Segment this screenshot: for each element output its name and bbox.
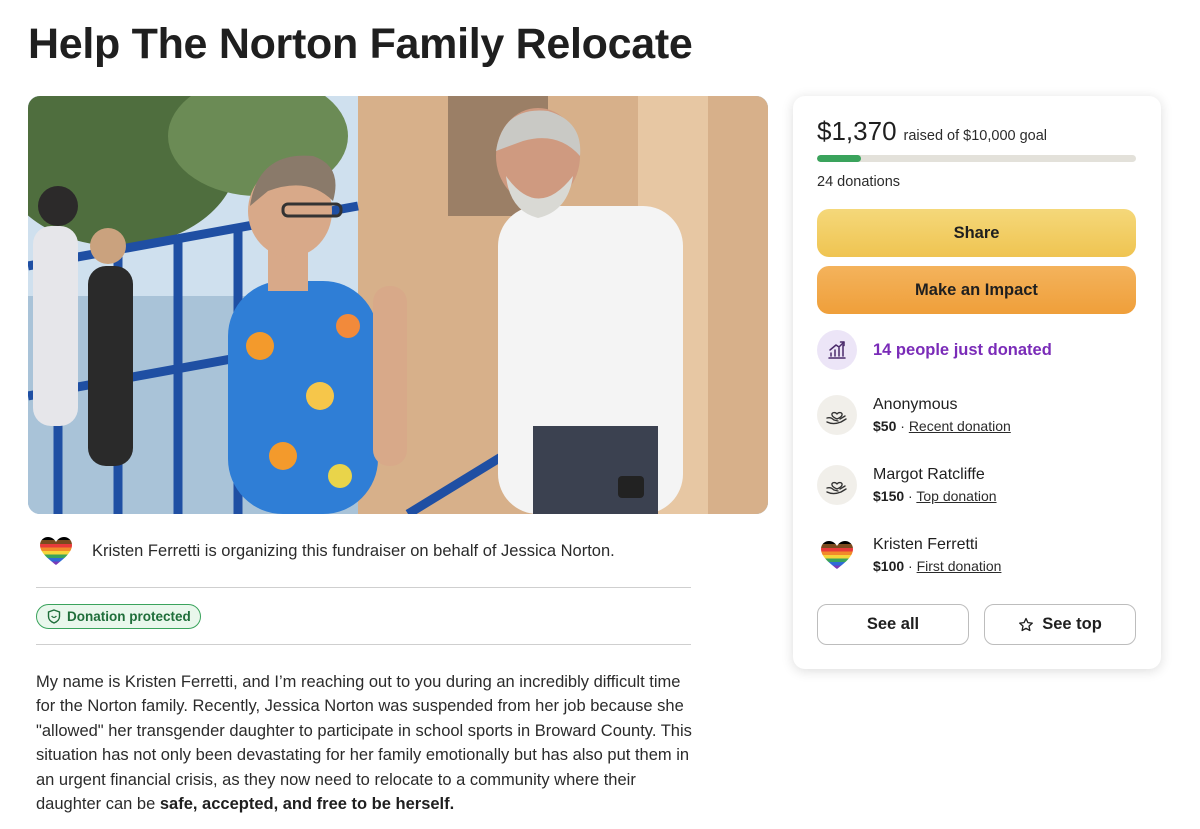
heart-hands-icon [817,465,857,505]
see-all-label: See all [866,615,920,633]
raised-amount: $1,370 [817,116,897,146]
divider [36,644,691,645]
donor-tag-link[interactable]: First donation [917,558,1002,574]
shield-icon [47,609,61,624]
star-icon [1018,617,1034,633]
donor-name: Kristen Ferretti [873,536,978,553]
donor-name: Margot Ratcliffe [873,466,985,483]
progress-bar [817,155,1136,162]
donor-tag-link[interactable]: Top donation [916,488,996,504]
donor-meta: $100 · First donation [873,558,1002,574]
divider [36,587,691,588]
share-button[interactable]: Share [817,209,1136,257]
donor-tag-link[interactable]: Recent donation [909,418,1011,434]
raised-summary: $1,370 raised of $10,000 goal [817,116,1047,147]
heart-hands-icon [817,395,857,435]
see-all-button[interactable]: See all [817,604,969,645]
story-text: My name is Kristen Ferretti, and I’m rea… [36,670,696,816]
trend-label: 14 people just donated [873,340,1052,359]
donor-amount: $150 [873,488,905,504]
donor-amount: $50 [873,418,897,434]
donation-card: $1,370 raised of $10,000 goal 24 donatio… [793,96,1161,669]
progress-fill [817,155,861,162]
story-body: My name is Kristen Ferretti, and I’m rea… [36,673,692,814]
donor-item: Kristen Ferretti $100 · First donation [817,535,1001,575]
organizer-text: Kristen Ferretti is organizing this fund… [92,541,615,560]
hero-photo [28,96,768,514]
donor-meta: $150 · Top donation [873,488,997,504]
goal-text: raised of $10,000 goal [903,128,1048,144]
make-an-impact-button[interactable]: Make an Impact [817,266,1136,314]
page-title: Help The Norton Family Relocate [28,20,693,68]
see-top-button[interactable]: See top [984,604,1136,645]
story-emphasis: safe, accepted, and free to be herself. [159,795,455,814]
donor-amount: $100 [873,558,905,574]
pride-heart-icon [817,535,857,575]
trending-up-icon [817,330,857,370]
donor-name: Anonymous [873,396,958,413]
donor-item: Margot Ratcliffe $150 · Top donation [817,465,997,505]
donor-item: Anonymous $50 · Recent donation [817,395,1011,435]
pride-heart-icon [36,531,76,571]
badge-label: Donation protected [67,609,191,624]
donor-meta: $50 · Recent donation [873,418,1011,434]
donation-protected-badge[interactable]: Donation protected [36,604,201,629]
donation-count: 24 donations [817,174,901,190]
see-top-label: See top [1042,615,1102,633]
organizer-row: Kristen Ferretti is organizing this fund… [36,531,691,571]
recent-donations-trend: 14 people just donated [817,330,1052,370]
